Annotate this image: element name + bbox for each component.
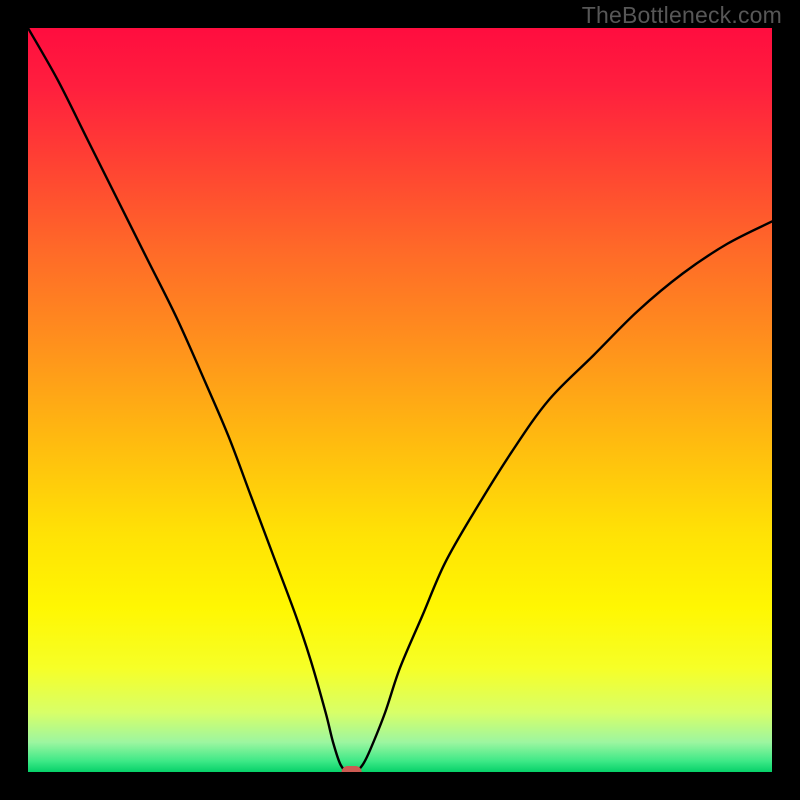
watermark-text: TheBottleneck.com [582, 2, 782, 29]
plot-area [28, 28, 772, 772]
optimal-marker [342, 766, 362, 772]
chart-frame: TheBottleneck.com [0, 0, 800, 800]
gradient-background [28, 28, 772, 772]
bottleneck-chart [28, 28, 772, 772]
